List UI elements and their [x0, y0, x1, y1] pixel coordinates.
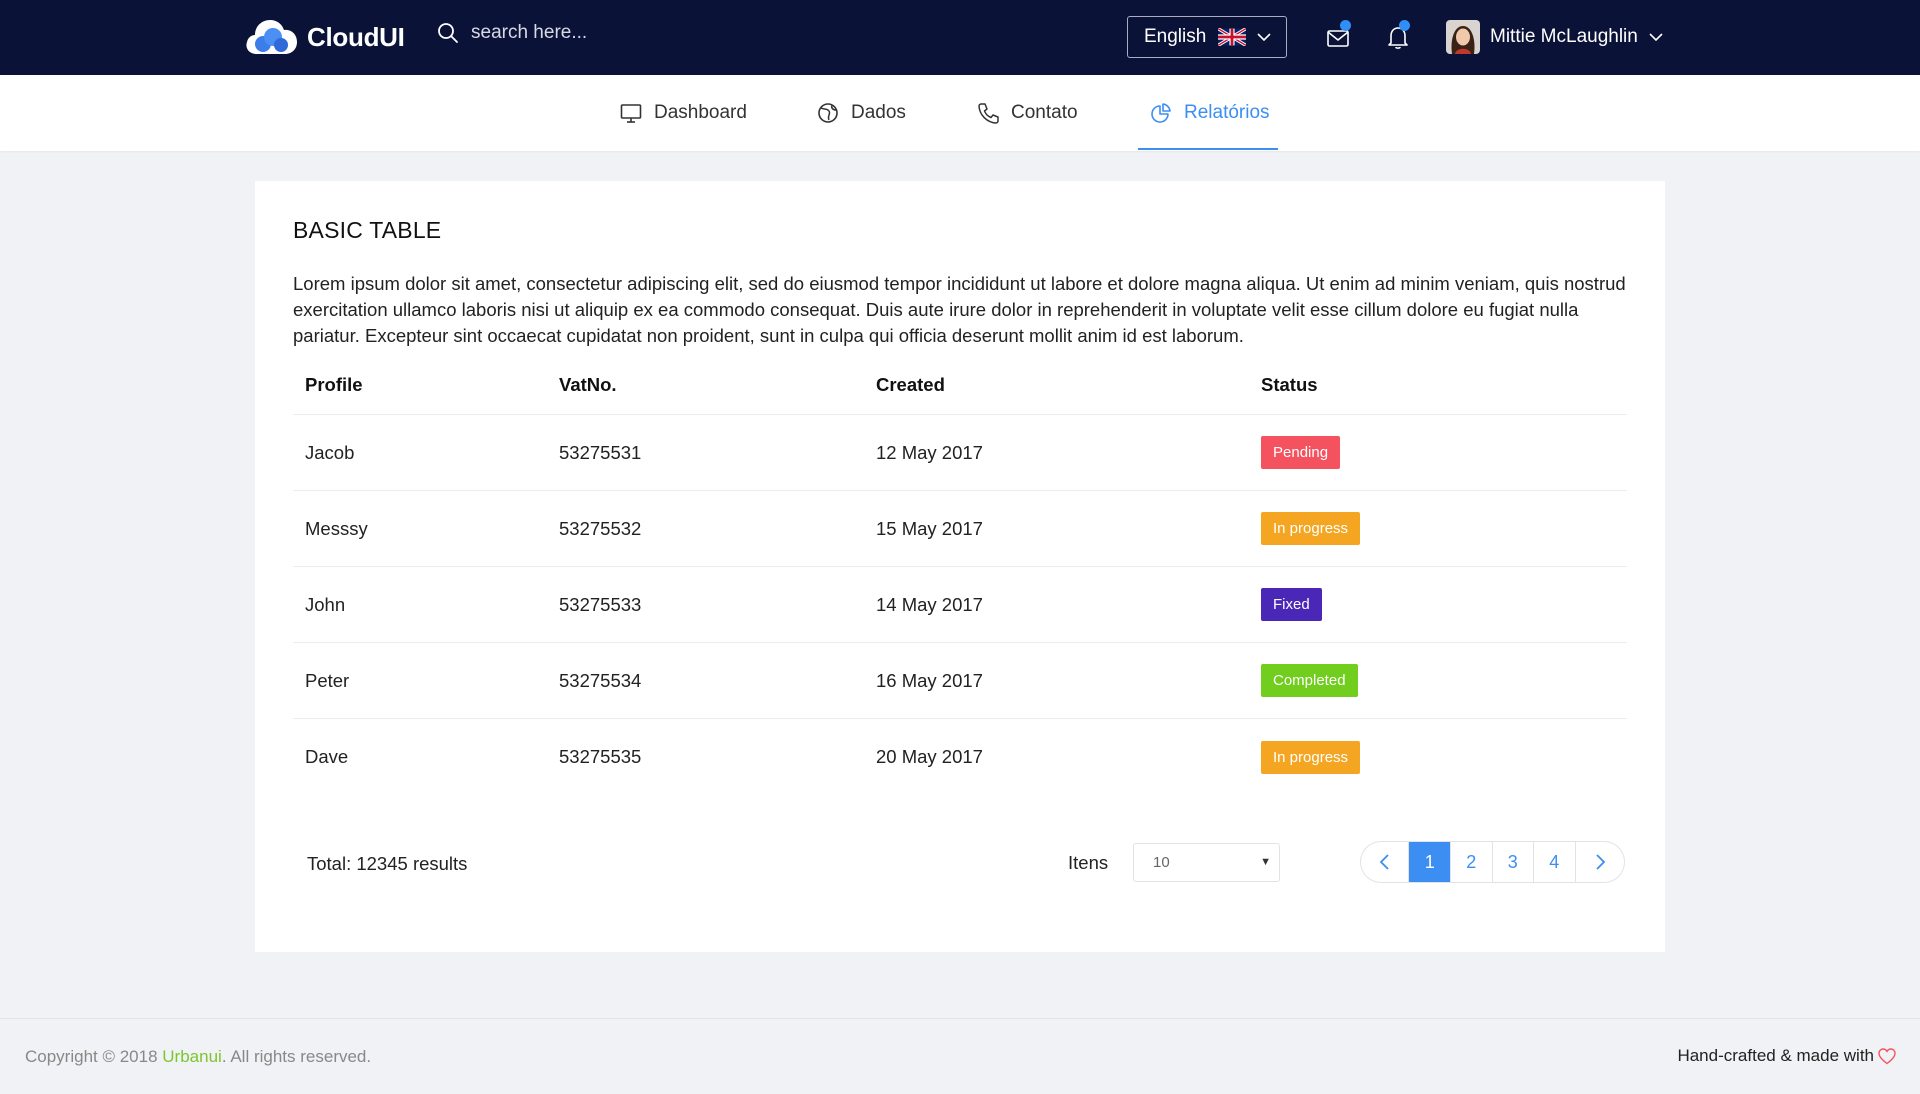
nav-label: Contato: [1011, 102, 1078, 123]
created-cell: 16 May 2017: [876, 669, 983, 691]
card-title: BASIC TABLE: [293, 217, 442, 243]
column-header-created: Created: [876, 374, 945, 395]
created-cell: 12 May 2017: [876, 441, 983, 463]
vat-cell: 53275533: [559, 593, 642, 615]
language-select[interactable]: English: [1127, 16, 1287, 58]
footer: Copyright © 2018 Urbanui. All rights res…: [0, 1018, 1920, 1094]
vat-cell: 53275532: [559, 517, 642, 539]
status-cell: In progress: [1261, 719, 1361, 795]
copyright-suffix: . All rights reserved.: [221, 1047, 372, 1066]
status-badge: In progress: [1261, 740, 1361, 774]
caret-down-icon: ▼: [1260, 856, 1271, 868]
avatar: [1446, 20, 1480, 54]
status-badge: Fixed: [1261, 588, 1322, 621]
vat-cell: 53275531: [559, 441, 642, 463]
chevron-left-icon: [1379, 854, 1389, 870]
basic-table-card: BASIC TABLE Lorem ipsum dolor sit amet, …: [255, 181, 1665, 952]
profile-cell: Jacob: [305, 441, 355, 463]
table-row[interactable]: Messsy 53275532 15 May 2017 In progress: [293, 491, 1627, 567]
created-cell: 15 May 2017: [876, 517, 983, 539]
profile-cell: Messsy: [305, 517, 368, 539]
app-name: CloudUI: [307, 21, 405, 52]
page-button-3[interactable]: 3: [1493, 842, 1535, 882]
brand-link[interactable]: Urbanui: [162, 1047, 222, 1066]
total-results: Total: 12345 results: [307, 853, 468, 874]
notifications-indicator: [1399, 20, 1410, 31]
created-cell: 14 May 2017: [876, 593, 983, 615]
main-nav: Dashboard Dados Contato Relatórios: [0, 75, 1920, 151]
status-cell: Fixed: [1261, 567, 1322, 642]
status-cell: In progress: [1261, 491, 1361, 566]
uk-flag-icon: [1218, 28, 1247, 46]
cloud-logo-icon: [246, 20, 297, 54]
pagination: 1 2 3 4: [1360, 841, 1625, 883]
table-row[interactable]: Jacob 53275531 12 May 2017 Pending: [293, 415, 1627, 491]
data-table: Profile VatNo. Created Status Jacob 5327…: [293, 371, 1627, 795]
status-cell: Pending: [1261, 415, 1341, 490]
page-button-2[interactable]: 2: [1451, 842, 1493, 882]
nav-label: Dashboard: [654, 102, 747, 123]
chevron-down-icon: [1257, 33, 1271, 42]
vat-cell: 53275535: [559, 746, 642, 767]
copyright-prefix: Copyright © 2018: [25, 1047, 163, 1066]
language-label: English: [1144, 26, 1207, 47]
vat-cell: 53275534: [559, 669, 642, 691]
notifications-button[interactable]: [1386, 20, 1410, 55]
column-header-profile: Profile: [305, 374, 363, 395]
profile-cell: Dave: [305, 746, 349, 767]
items-per-page-value: 10: [1153, 854, 1170, 871]
column-header-vatno: VatNo.: [559, 374, 617, 395]
table-row[interactable]: Dave 53275535 20 May 2017 In progress: [293, 719, 1627, 795]
monitor-icon: [620, 104, 642, 123]
page-button-4[interactable]: 4: [1534, 842, 1576, 882]
search-icon: [438, 23, 458, 43]
nav-dashboard[interactable]: Dashboard: [620, 75, 747, 151]
items-per-page-label: Itens: [1068, 852, 1109, 873]
status-cell: Completed: [1261, 643, 1358, 718]
logo[interactable]: CloudUI: [243, 14, 405, 60]
table-header: Profile VatNo. Created Status: [293, 371, 1627, 415]
messages-button[interactable]: [1326, 20, 1351, 55]
profile-cell: Peter: [305, 669, 350, 691]
copyright: Copyright © 2018 Urbanui. All rights res…: [25, 1047, 371, 1067]
card-description: Lorem ipsum dolor sit amet, consectetur …: [293, 273, 1626, 346]
globe-icon: [818, 103, 838, 123]
next-page-button[interactable]: [1576, 842, 1624, 882]
nav-contato[interactable]: Contato: [977, 75, 1078, 151]
prev-page-button[interactable]: [1361, 842, 1410, 882]
user-menu[interactable]: Mittie McLaughlin: [1446, 20, 1664, 54]
search-box[interactable]: [437, 22, 731, 44]
pie-chart-icon: [1151, 103, 1171, 123]
handcrafted-text: Hand-crafted & made with: [1677, 1046, 1874, 1065]
column-header-status: Status: [1261, 374, 1318, 395]
status-badge: Completed: [1261, 664, 1358, 697]
status-badge: Pending: [1261, 436, 1341, 469]
handcrafted-note: Hand-crafted & made with: [1677, 1046, 1896, 1066]
created-cell: 20 May 2017: [876, 746, 983, 767]
items-per-page-select[interactable]: 10 ▼: [1133, 843, 1280, 882]
chevron-right-icon: [1596, 854, 1606, 870]
phone-icon: [978, 103, 999, 124]
table-row[interactable]: Peter 53275534 16 May 2017 Completed: [293, 643, 1627, 719]
heart-icon: [1878, 1047, 1896, 1064]
active-tab-indicator: [1138, 148, 1278, 150]
profile-cell: John: [305, 593, 346, 615]
top-bar: CloudUI English: [0, 0, 1920, 75]
nav-label: Dados: [851, 102, 906, 123]
table-row[interactable]: John 53275533 14 May 2017 Fixed: [293, 567, 1627, 643]
nav-label: Relatórios: [1184, 102, 1270, 123]
nav-relatorios[interactable]: Relatórios: [1150, 75, 1270, 151]
messages-indicator: [1340, 20, 1351, 31]
chevron-down-icon: [1649, 33, 1663, 42]
user-name: Mittie McLaughlin: [1490, 26, 1638, 47]
search-input[interactable]: [471, 22, 731, 44]
nav-dados[interactable]: Dados: [817, 75, 906, 151]
page-button-1[interactable]: 1: [1409, 842, 1451, 882]
status-badge: In progress: [1261, 512, 1361, 545]
